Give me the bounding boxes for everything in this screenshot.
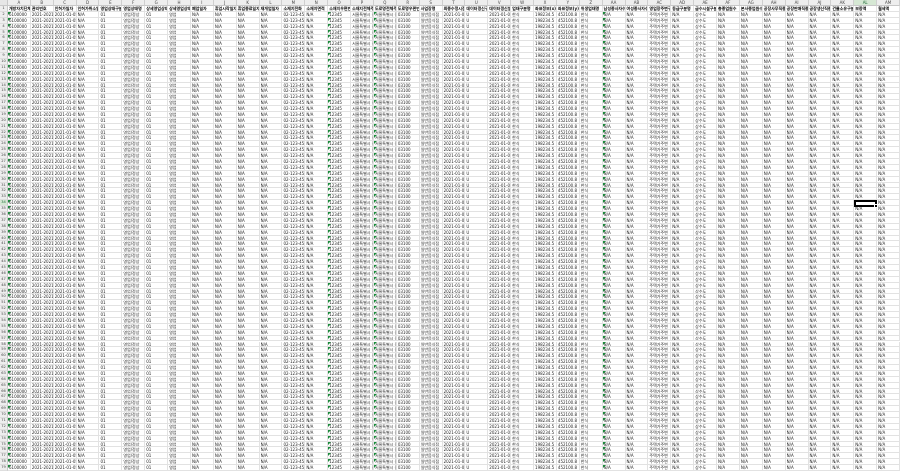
cell[interactable]: N/A <box>602 465 626 471</box>
cell[interactable]: N/A <box>831 465 855 471</box>
cell[interactable]: 03100 <box>396 465 420 471</box>
cell[interactable]: 서울특별시 종로구 <box>351 465 374 471</box>
cell[interactable]: 영업 <box>168 465 191 471</box>
cell[interactable]: 상수도 <box>694 465 717 471</box>
active-cell-cursor[interactable] <box>854 200 879 209</box>
cell[interactable]: N/A <box>259 465 283 471</box>
table-row: 6100000 2021-2021 2021-01-05 N/A 01 영업/정상 01 영업… <box>8 465 900 471</box>
cell[interactable]: 12345 <box>328 465 352 471</box>
cell[interactable]: 2021-2021 <box>30 465 54 471</box>
cell[interactable]: N/A <box>236 465 260 471</box>
cell[interactable]: 한식 <box>579 465 603 471</box>
cell[interactable]: N/A <box>739 465 763 471</box>
cell[interactable]: N/A <box>785 465 809 471</box>
cell[interactable]: 주택가주변 <box>648 465 672 471</box>
cell[interactable]: N/A <box>717 465 740 471</box>
cell[interactable]: N/A <box>762 465 786 471</box>
cell[interactable]: 01 <box>99 465 123 471</box>
cell[interactable]: 198234.5 <box>534 465 557 471</box>
fill-handle[interactable] <box>874 204 879 209</box>
cell[interactable]: N/A <box>854 465 878 471</box>
cell[interactable]: 일반음식점 <box>419 465 443 471</box>
cell[interactable]: 452100.8 <box>556 465 580 471</box>
cell[interactable]: N/A <box>190 465 214 471</box>
cell[interactable]: 한식 <box>511 465 535 471</box>
cell[interactable]: 2021-01-05 <box>53 465 77 471</box>
cell[interactable]: 6100000 <box>8 465 31 471</box>
cell[interactable]: 2021-01-05 <box>442 465 466 471</box>
cell[interactable]: N/A <box>305 465 329 471</box>
cell[interactable]: 2021-01-07 <box>488 465 512 471</box>
cell[interactable]: 영업/정상 <box>122 465 146 471</box>
spreadsheet-grid[interactable]: A B C D E F G H I J K L M N O P Q R S T U V W X Y Z AA AB AC AD AE AF AG… <box>0 0 900 471</box>
cell[interactable]: N/A <box>877 465 900 471</box>
cell[interactable]: N/A <box>76 465 100 471</box>
cell[interactable]: 서울특별시 종로구 ... <box>373 465 397 471</box>
cell[interactable]: 01 <box>145 465 169 471</box>
cell[interactable]: N/A <box>625 465 649 471</box>
cell[interactable]: N/A <box>213 465 237 471</box>
cell[interactable]: N/A <box>671 465 695 471</box>
cell[interactable]: 02-123-4567 <box>282 465 306 471</box>
row-header[interactable]: 79 <box>0 465 8 471</box>
cell[interactable]: N/A <box>808 465 832 471</box>
cell[interactable]: U <box>465 465 489 471</box>
